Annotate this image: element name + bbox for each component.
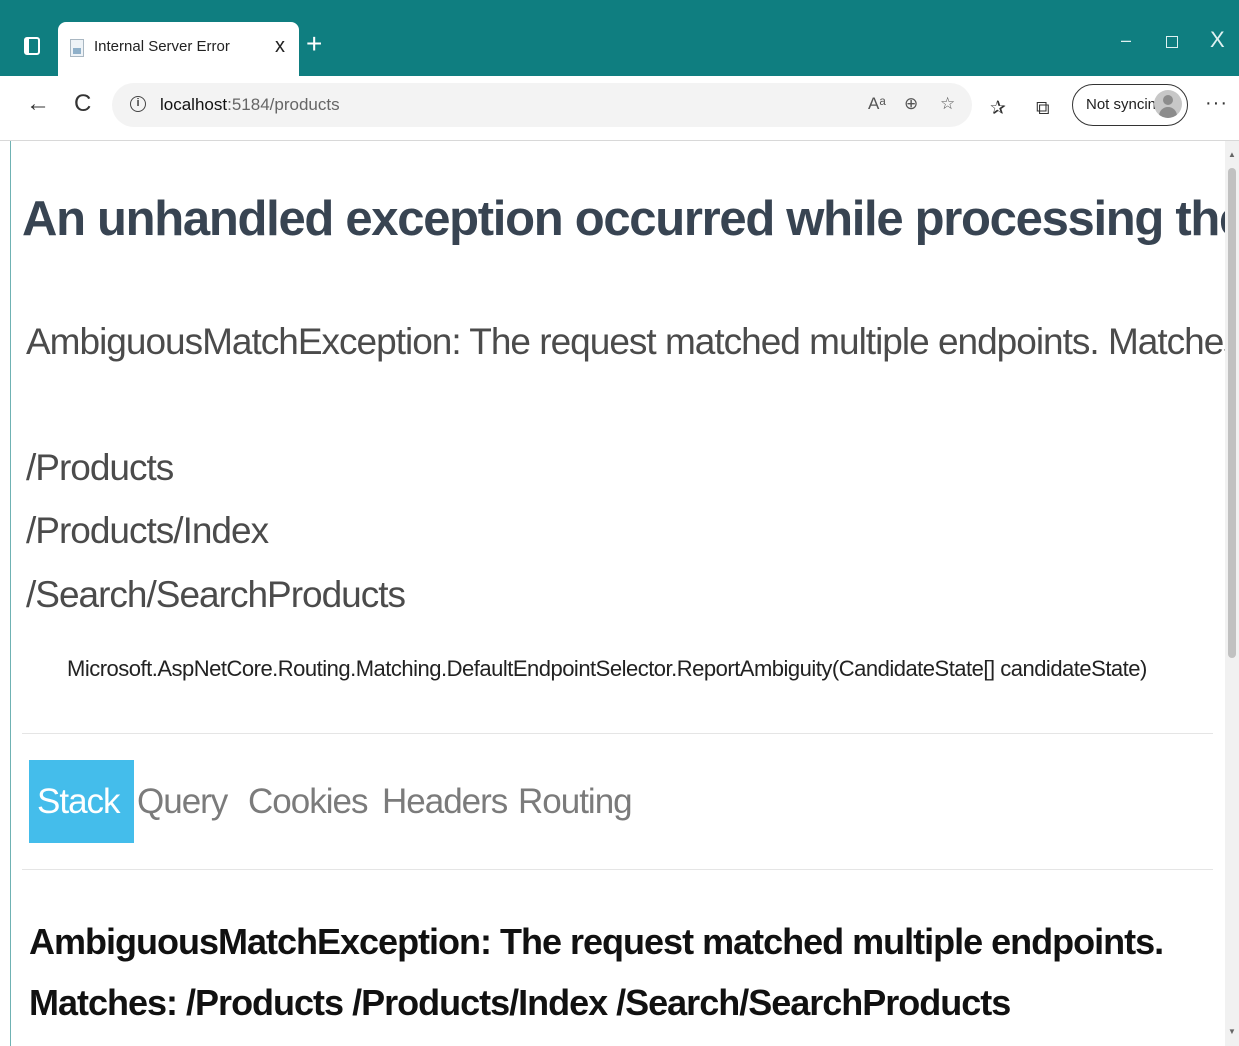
tab-query[interactable]: Query — [137, 760, 228, 843]
close-window-button[interactable]: X — [1210, 29, 1225, 51]
page-title: An unhandled exception occurred while pr… — [22, 192, 1225, 246]
url-host: localhost — [160, 95, 228, 114]
stack-exception-heading: AmbiguousMatchException: The request mat… — [29, 921, 1164, 1023]
avatar-icon — [1154, 90, 1182, 118]
scroll-down-icon[interactable]: ▼ — [1228, 1027, 1236, 1036]
browser-titlebar: Internal Server Error x + – X — [0, 0, 1239, 76]
tab-close-icon[interactable]: x — [275, 36, 285, 56]
exception-location: Microsoft.AspNetCore.Routing.Matching.De… — [67, 656, 1147, 681]
favorites-icon[interactable]: ✰ — [990, 99, 1006, 119]
back-button[interactable]: ← — [26, 92, 50, 116]
divider — [22, 733, 1213, 734]
vertical-scrollbar[interactable]: ▲ ▼ — [1225, 141, 1239, 1046]
browser-tab[interactable]: Internal Server Error x — [58, 22, 299, 76]
profile-sync-button[interactable]: Not syncing — [1072, 84, 1188, 126]
zoom-icon[interactable]: ⊕ — [904, 94, 918, 114]
page-favicon-icon — [70, 39, 84, 57]
read-aloud-icon[interactable]: Aᵃ — [868, 94, 886, 114]
tab-title: Internal Server Error — [94, 38, 230, 55]
collections-icon[interactable]: ⧉ — [1036, 99, 1050, 119]
window-border — [10, 141, 11, 1046]
browser-toolbar: ← C i localhost:5184/products Aᵃ ⊕ ☆ ✰ ⧉… — [0, 76, 1239, 141]
site-info-icon[interactable]: i — [130, 96, 146, 112]
maximize-button[interactable] — [1166, 36, 1178, 48]
url-path: :5184/products — [227, 95, 340, 114]
exception-message: AmbiguousMatchException: The request mat… — [26, 321, 1225, 362]
endpoint-item: /Search/SearchProducts — [26, 574, 406, 615]
add-favorite-icon[interactable]: ☆ — [940, 94, 955, 114]
tab-stack[interactable]: Stack — [29, 760, 134, 843]
url-text[interactable]: localhost:5184/products — [160, 95, 340, 115]
divider — [22, 869, 1213, 870]
tab-actions-icon[interactable] — [24, 37, 40, 55]
more-menu-icon[interactable]: ··· — [1205, 92, 1228, 115]
endpoint-item: /Products/Index — [26, 510, 269, 551]
scrollbar-thumb[interactable] — [1228, 168, 1236, 658]
minimize-button[interactable]: – — [1121, 30, 1131, 50]
tab-cookies[interactable]: Cookies — [248, 760, 368, 843]
endpoint-item: /Products — [26, 447, 174, 488]
scroll-up-icon[interactable]: ▲ — [1228, 150, 1236, 159]
tab-headers[interactable]: Headers — [382, 760, 508, 843]
sync-status: Not syncing — [1086, 96, 1165, 113]
reload-button[interactable]: C — [74, 92, 91, 116]
tab-routing[interactable]: Routing — [518, 760, 633, 843]
new-tab-button[interactable]: + — [306, 30, 322, 58]
page-content: An unhandled exception occurred while pr… — [0, 141, 1225, 1046]
address-bar[interactable]: i localhost:5184/products Aᵃ ⊕ ☆ — [112, 83, 972, 127]
